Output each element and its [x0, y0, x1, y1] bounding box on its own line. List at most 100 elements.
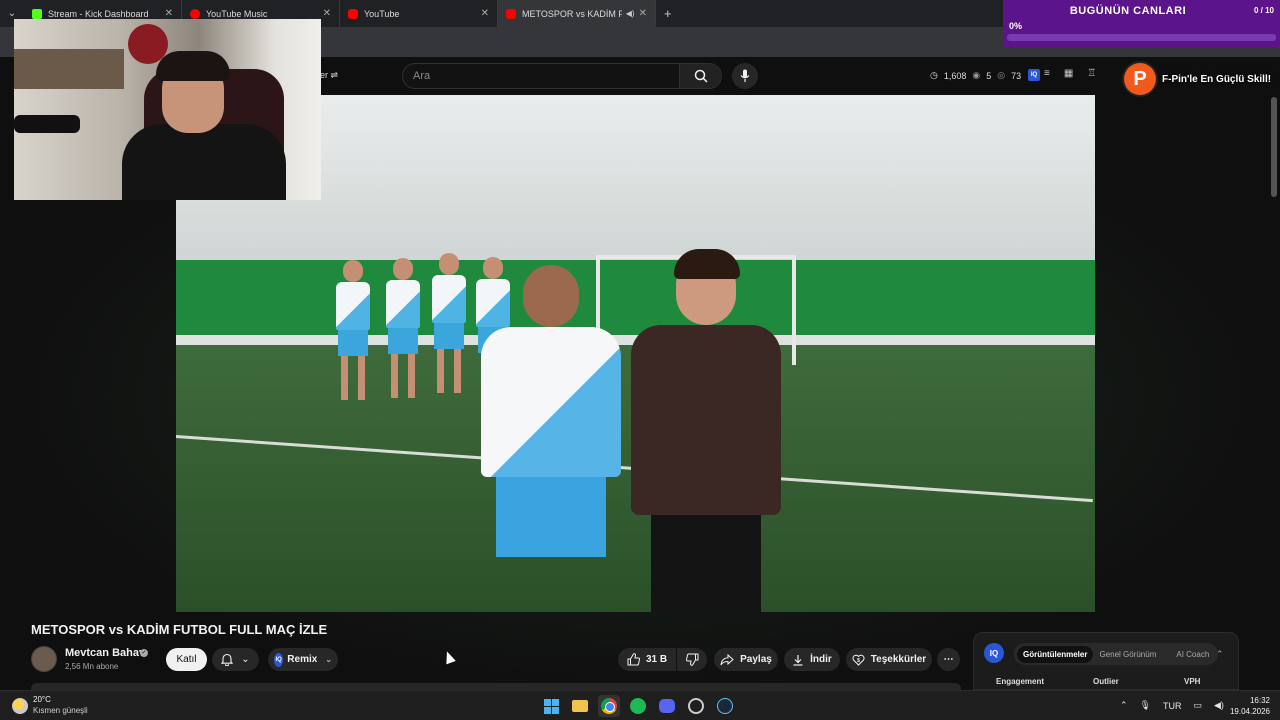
- channel-name[interactable]: Mevtcan Bahav: [65, 647, 145, 659]
- chevron-up-icon[interactable]: ⌃: [1120, 700, 1128, 711]
- spotify-button[interactable]: [627, 695, 649, 717]
- thanks-button[interactable]: $ Teşekkürler: [846, 648, 932, 671]
- eye-icon: ◉: [972, 70, 981, 80]
- more-horizontal-icon: ⋯: [943, 654, 954, 665]
- microphone-icon[interactable]: 🎙︎: [1140, 700, 1151, 711]
- download-label: İndir: [810, 654, 832, 665]
- iq-icon: IQ: [274, 652, 284, 667]
- share-label: Paylaş: [740, 654, 772, 665]
- close-tab-icon[interactable]: ✕: [481, 8, 489, 19]
- tab-overview[interactable]: Genel Görünüm: [1093, 646, 1162, 663]
- stat-eyes: 73: [1011, 70, 1022, 81]
- youtube-icon: [348, 8, 358, 19]
- goal-percent: 0%: [1009, 21, 1023, 31]
- search-input[interactable]: Ara: [403, 64, 679, 88]
- daily-goal-widget: BUGÜNÜN CANLARI 0 / 10 0%: [1003, 0, 1280, 47]
- language-indicator[interactable]: TUR: [1163, 701, 1182, 711]
- goal-title: BUGÜNÜN CANLARI: [1069, 5, 1187, 17]
- notification-bell-button[interactable]: ⌄: [212, 648, 259, 671]
- obs-icon: [688, 698, 704, 714]
- grid-icon[interactable]: ▦: [1064, 68, 1073, 79]
- extension-stats: ◷ 1,608 ◉ 5 ◎ 73: [930, 70, 1021, 81]
- windows-taskbar: 20°C Kısmen güneşli ⌃ 🎙︎ TUR ▭ ◀) 16:32 …: [0, 690, 1280, 720]
- clock-time: 16:32: [1249, 696, 1270, 705]
- close-tab-icon[interactable]: ✕: [323, 8, 331, 19]
- weather-temp: 20°C: [33, 695, 51, 704]
- video-dark-shirt-man: [626, 249, 786, 612]
- video-player-figure: [432, 253, 466, 393]
- weather-description: Kısmen güneşli: [33, 706, 88, 715]
- stat-watchers: 5: [986, 70, 992, 81]
- discord-icon: [659, 699, 675, 713]
- remix-button[interactable]: IQ Remix ⌄: [268, 648, 338, 671]
- chrome-button[interactable]: [598, 695, 620, 717]
- speaker-icon[interactable]: ◀): [626, 9, 635, 18]
- column-engagement: Engagement: [996, 677, 1045, 686]
- obs-button[interactable]: [685, 695, 707, 717]
- webcam-overlay: [14, 19, 321, 200]
- tab-views[interactable]: Görüntülenmeler: [1017, 645, 1094, 663]
- download-button[interactable]: İndir: [784, 648, 840, 671]
- close-tab-icon[interactable]: ✕: [639, 8, 647, 19]
- tab-title: YouTube Music: [206, 8, 268, 19]
- thanks-label: Teşekkürler: [870, 654, 927, 665]
- youtube-icon: [506, 8, 516, 19]
- page-scrollbar[interactable]: [1271, 97, 1277, 197]
- webcam-person-body: [122, 124, 286, 200]
- remix-label: Remix: [287, 654, 318, 665]
- eye-outline-icon: ◎: [997, 70, 1006, 80]
- iq-icon[interactable]: IQ: [984, 643, 1004, 663]
- taskbar-apps: [540, 695, 736, 717]
- new-tab-button[interactable]: +: [664, 6, 672, 21]
- tab-current-video[interactable]: METOSPOR vs KADİM FUTB ◀) ✕: [498, 0, 656, 27]
- join-button[interactable]: Katıl: [166, 648, 207, 671]
- screen: ⌄ Stream - Kick Dashboard ✕ YouTube Musi…: [0, 0, 1280, 720]
- webcam-shelf: [14, 49, 124, 89]
- goal-count: 0 / 10: [1253, 6, 1274, 15]
- start-button[interactable]: [540, 695, 562, 717]
- file-explorer-button[interactable]: [569, 695, 591, 717]
- subscriber-count: 2,56 Mn abone: [65, 662, 119, 671]
- menu-lines-icon[interactable]: ≡: [1044, 68, 1050, 79]
- iq-extension-icon[interactable]: IQ: [1028, 69, 1040, 81]
- video-main-player: [476, 265, 626, 557]
- video-player-figure: [336, 260, 370, 400]
- channel-avatar[interactable]: [31, 646, 57, 672]
- kick-icon: [32, 8, 42, 19]
- search-button[interactable]: [679, 64, 721, 88]
- goal-progress-bar: [1007, 34, 1276, 41]
- windows-logo-icon: [543, 698, 559, 714]
- microphone-icon: [740, 69, 750, 82]
- tab-ai-coach[interactable]: AI Coach: [1170, 646, 1215, 663]
- tab-youtube[interactable]: YouTube ✕: [340, 0, 498, 27]
- steam-button[interactable]: [714, 695, 736, 717]
- search-icon: [694, 69, 708, 83]
- system-clock[interactable]: 16:32 19.04.2026: [1228, 695, 1270, 717]
- webcam-microphone: [14, 115, 80, 133]
- analytics-panel: IQ Görüntülenmeler Genel Görünüm AI Coac…: [973, 632, 1239, 690]
- monitor-icon[interactable]: ▭: [1193, 700, 1202, 711]
- discord-button[interactable]: [656, 695, 678, 717]
- volume-icon[interactable]: ◀): [1214, 700, 1224, 711]
- thumbs-up-icon: [627, 653, 640, 666]
- filter-label[interactable]: er ⇌: [320, 70, 338, 81]
- download-icon: [793, 654, 803, 666]
- like-button[interactable]: 31 B: [618, 648, 676, 671]
- dislike-button[interactable]: [677, 648, 707, 671]
- tab-title: Stream - Kick Dashboard: [48, 8, 149, 19]
- weather-sun-icon[interactable]: [12, 698, 28, 714]
- more-actions-button[interactable]: ⋯: [937, 648, 960, 671]
- share-button[interactable]: Paylaş: [714, 648, 778, 671]
- description-box[interactable]: [31, 683, 961, 690]
- close-tab-icon[interactable]: ✕: [165, 8, 173, 19]
- system-tray: ⌃ 🎙︎ TUR ▭ ◀): [1120, 700, 1224, 711]
- chevron-up-icon[interactable]: ⌃: [1216, 649, 1224, 660]
- tab-title: METOSPOR vs KADİM FUTB: [522, 8, 622, 19]
- trophy-icon[interactable]: ♖: [1087, 68, 1096, 79]
- masthead-icons: ≡ ▦ ♖: [1044, 68, 1096, 79]
- promo-logo: P: [1124, 63, 1156, 95]
- voice-search-button[interactable]: [732, 63, 758, 89]
- clock-icon: ◷: [930, 70, 938, 80]
- chevron-down-icon: ⌄: [325, 655, 332, 664]
- thumbs-down-icon: [685, 653, 698, 666]
